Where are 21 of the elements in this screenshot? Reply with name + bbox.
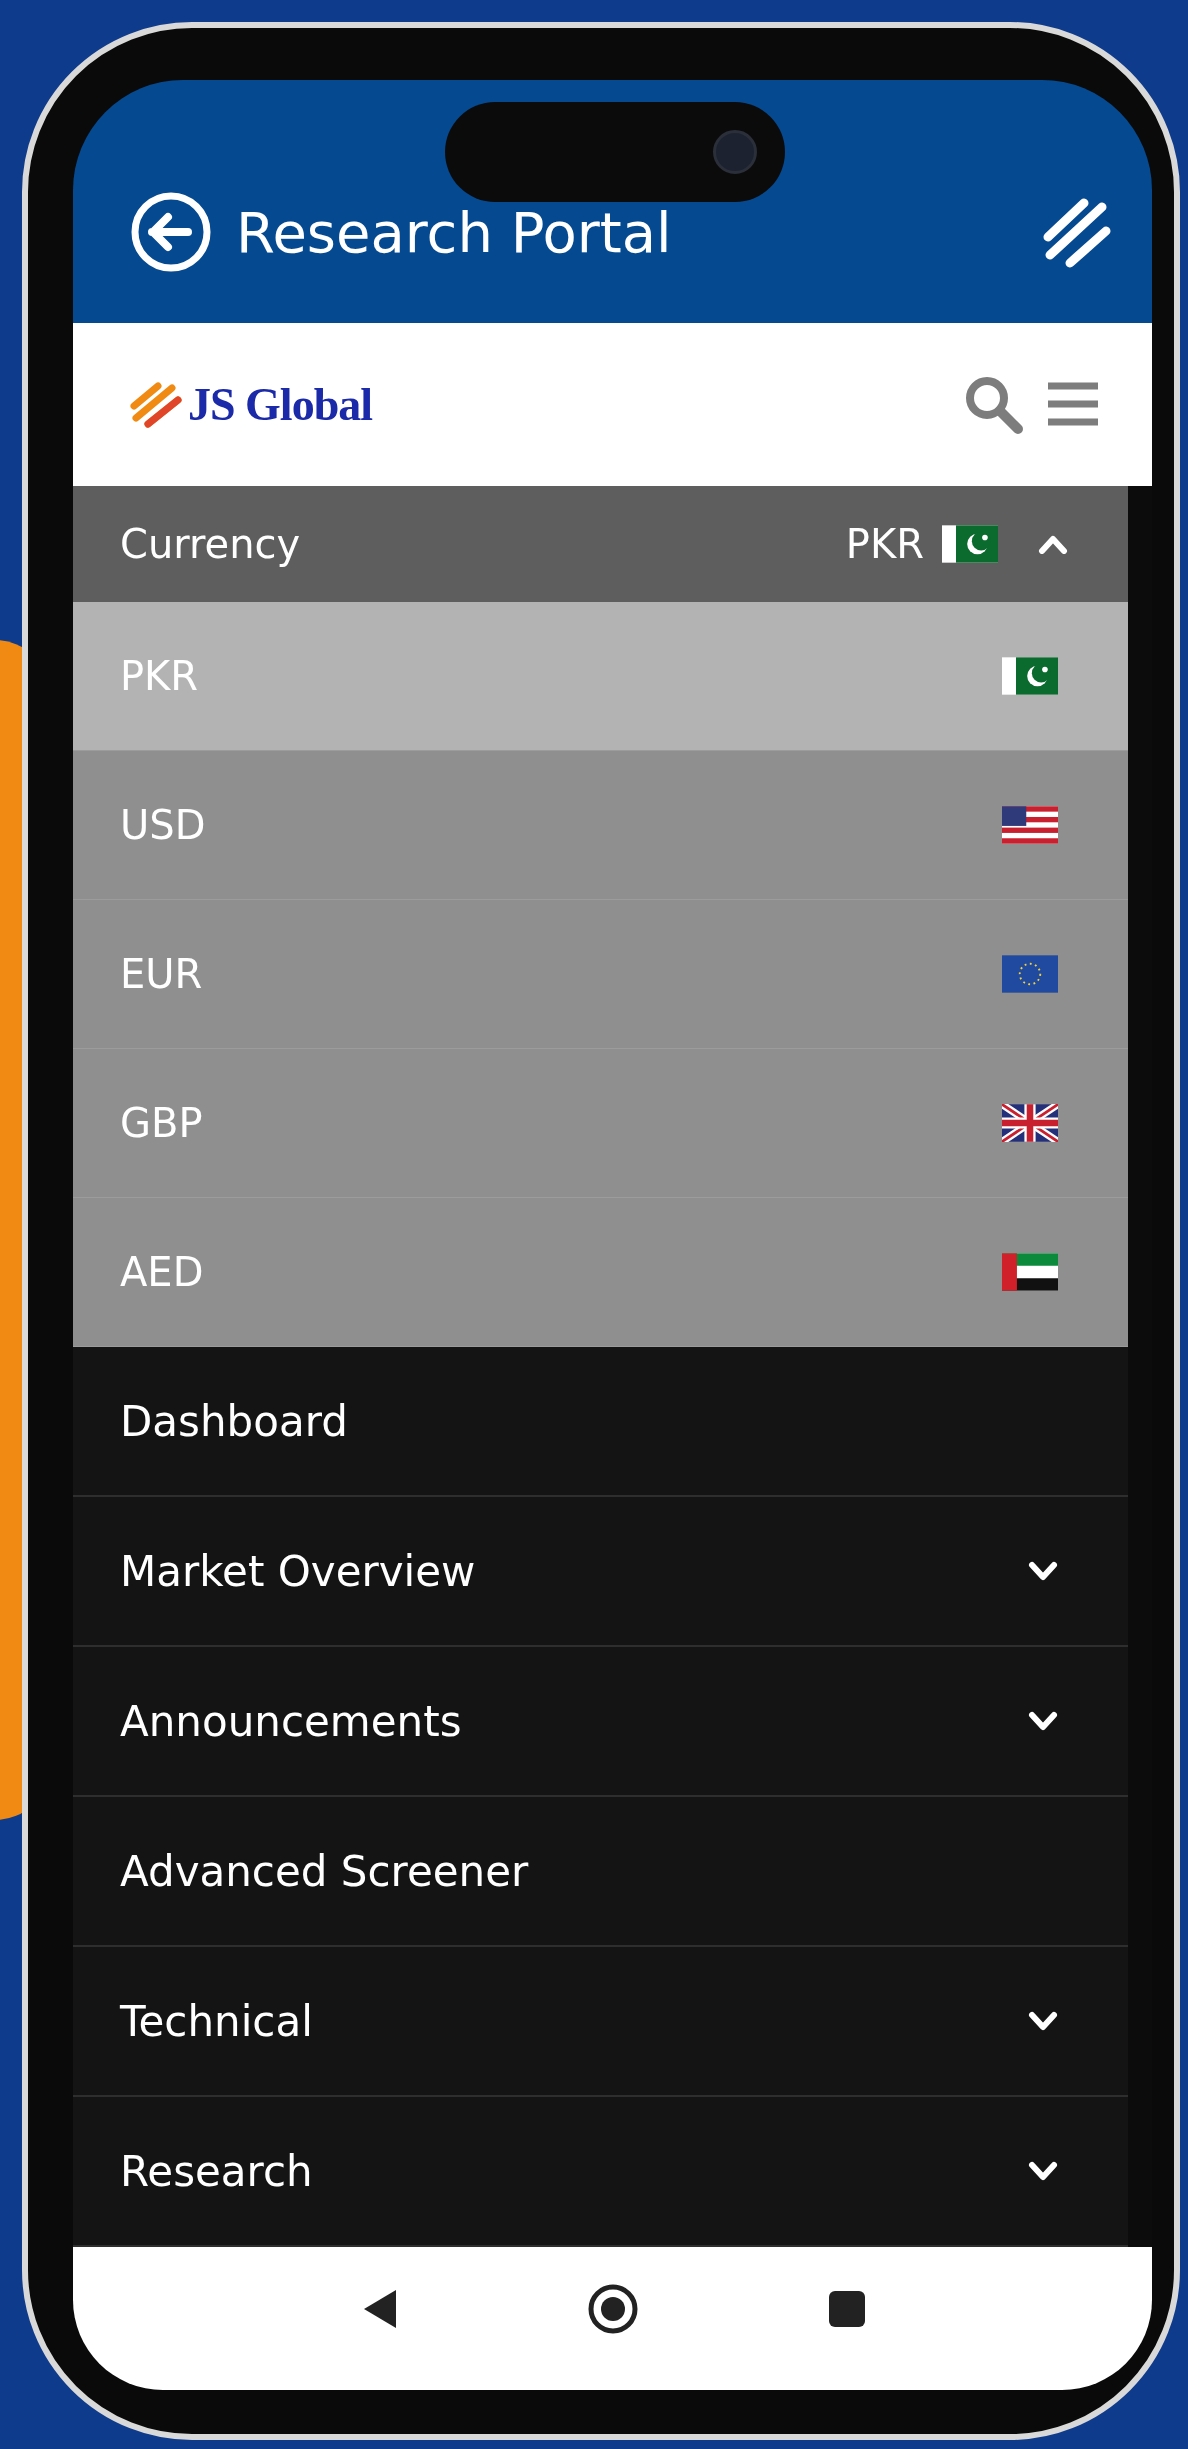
chevron-up-icon[interactable]	[1038, 534, 1068, 555]
menu-item[interactable]: Dashboard	[73, 1347, 1128, 1498]
currency-selector[interactable]: Currency PKR	[73, 486, 1128, 603]
menu-item[interactable]: Research	[73, 2097, 1128, 2248]
pakistan-flag-icon	[1002, 657, 1058, 696]
menu-item[interactable]: Announcements	[73, 1647, 1128, 1798]
uae-flag-icon	[1002, 1253, 1058, 1292]
uk-flag-icon	[1002, 1104, 1058, 1143]
back-icon[interactable]	[130, 190, 212, 273]
currency-value: PKR	[845, 521, 924, 568]
menu-item[interactable]: Technical	[73, 1947, 1128, 2098]
menu-item[interactable]: Advanced Screener	[73, 1797, 1128, 1948]
eu-flag-icon	[1002, 955, 1058, 994]
camera-lens	[713, 130, 757, 174]
app-title: Research Portal	[236, 198, 673, 267]
currency-label: Currency	[120, 521, 302, 568]
brand-name: JS Global	[188, 377, 372, 431]
pakistan-flag-icon	[942, 525, 998, 564]
stripes-logo-icon	[128, 380, 184, 429]
menu-item[interactable]: Market Overview	[73, 1497, 1128, 1648]
us-flag-icon	[1002, 806, 1058, 845]
